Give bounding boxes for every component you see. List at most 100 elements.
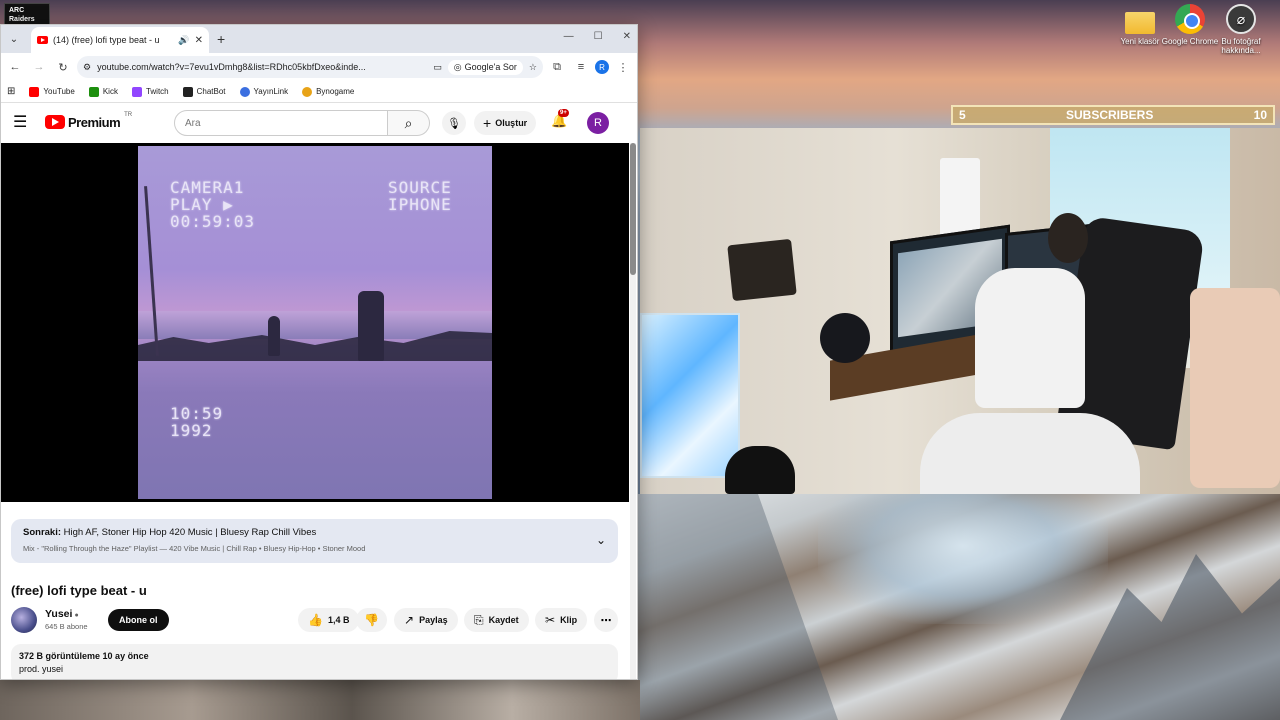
sub-goal-end: 10: [1253, 108, 1267, 122]
tab-search-button[interactable]: ⌄: [3, 28, 25, 50]
desktop-bottom-strip: [0, 680, 640, 720]
notifications-button[interactable]: 🔔 9+: [551, 109, 569, 129]
bookmark-kick[interactable]: Kick: [88, 86, 118, 97]
tab-youtube[interactable]: (14) (free) lofi type beat - u 🔊 ✕: [31, 27, 209, 53]
maximize-icon[interactable]: ☐: [594, 31, 603, 42]
mountain-fog: [818, 494, 1108, 624]
clip-button[interactable]: ✂ Klip: [535, 608, 588, 632]
page-scrollbar[interactable]: [630, 143, 636, 679]
apps-grid-icon[interactable]: ⊞: [7, 86, 15, 97]
google-sor-button[interactable]: ◎ Google'a Sor: [447, 59, 523, 75]
tab-strip: ⌄ (14) (free) lofi type beat - u 🔊 ✕ + —…: [1, 25, 637, 53]
osd-device: IPHONE: [388, 195, 452, 214]
wall-logo: [727, 238, 797, 302]
bookmark-label: YouTube: [43, 87, 75, 96]
cast-icon[interactable]: ▭: [433, 62, 442, 73]
channel-avatar[interactable]: [11, 607, 37, 633]
speaker-icon[interactable]: 🔊: [178, 35, 189, 46]
corner-logo-text: ARC Raiders: [9, 7, 35, 23]
account-avatar[interactable]: R: [587, 112, 609, 134]
media-control-icon[interactable]: ≡: [571, 57, 591, 77]
bookmark-star-icon[interactable]: ☆: [529, 62, 537, 73]
logo-region: TR: [124, 112, 133, 118]
close-window-icon[interactable]: ✕: [623, 31, 631, 42]
minimize-icon[interactable]: —: [564, 31, 574, 42]
create-button[interactable]: + Oluştur: [474, 111, 537, 135]
bookmark-twitch[interactable]: Twitch: [131, 86, 169, 97]
up-next-panel[interactable]: Sonraki: High AF, Stoner Hip Hop 420 Mus…: [11, 519, 618, 563]
osd-camera: CAMERA1: [170, 178, 245, 197]
search-input[interactable]: [174, 110, 388, 136]
bookmark-label: Twitch: [145, 87, 169, 96]
close-tab-icon[interactable]: ✕: [195, 35, 203, 46]
microphone-icon: 🎙: [447, 117, 461, 130]
channel-row: Yusei ● 645 B abone Abone ol 👍 1,4 B 👎 ↗ Pa…: [11, 607, 618, 633]
bynogame-icon: [302, 86, 313, 97]
up-next-line: Sonraki: High AF, Stoner Hip Hop 420 Mus…: [23, 527, 606, 538]
menu-dots-icon[interactable]: ⋮: [613, 57, 633, 77]
scrollbar-thumb[interactable]: [630, 143, 636, 275]
channel-name[interactable]: Yusei ●: [45, 608, 79, 620]
subscriber-goal-bar: 5 SUBSCRIBERS 10: [951, 105, 1275, 125]
yayinlink-icon: [239, 86, 250, 97]
bookmark-bynogame[interactable]: Bynogame: [302, 86, 355, 97]
channel-subscriber-count: 645 B abone: [45, 622, 88, 631]
desktop-icon-label: Bu fotoğraf hakkında...: [1221, 37, 1261, 55]
bookmark-label: ChatBot: [196, 87, 226, 96]
description-text: prod. yusei: [19, 664, 64, 674]
lens-icon: ◎: [453, 61, 462, 72]
plus-icon: +: [483, 115, 492, 131]
like-button[interactable]: 👍 1,4 B: [298, 608, 360, 632]
subscribe-button[interactable]: Abone ol: [108, 609, 169, 631]
video-title: (free) lofi type beat - u: [11, 583, 147, 598]
save-button[interactable]: ⎘ Kaydet: [464, 608, 529, 632]
bookmark-icon: ⎘: [474, 612, 484, 627]
extensions-icon[interactable]: ⧉: [547, 57, 567, 77]
search-button[interactable]: ⌕: [388, 110, 430, 136]
more-actions-button[interactable]: ⋯: [594, 608, 618, 632]
new-tab-button[interactable]: +: [217, 31, 225, 47]
desktop-icon-photo-info[interactable]: ⌀ Bu fotoğraf hakkında...: [1211, 4, 1271, 55]
osd-year: 1992: [170, 421, 213, 440]
description-box[interactable]: 372 B görüntüleme 10 ay önce prod. yusei: [11, 644, 618, 679]
headphones-stand: [820, 313, 870, 363]
video-figure: [358, 291, 384, 361]
bookmark-yayinlink[interactable]: YayınLink: [239, 86, 289, 97]
profile-avatar[interactable]: R: [595, 60, 609, 74]
corner-logo: ARC Raiders: [4, 3, 50, 25]
bookmark-label: Bynogame: [316, 87, 355, 96]
osd-source-block: SOURCE IPHONE: [388, 179, 452, 213]
more-dots-icon: ⋯: [600, 614, 612, 627]
bookmark-label: YayınLink: [253, 87, 289, 96]
video-frame: CAMERA1 PLAY ▶ 00:59:03 SOURCE IPHONE 10…: [138, 146, 492, 499]
forward-icon[interactable]: →: [29, 57, 49, 77]
bookmark-youtube[interactable]: YouTube: [29, 86, 75, 97]
dislike-button[interactable]: 👎: [356, 608, 387, 632]
search-icon: ⌕: [404, 114, 413, 131]
youtube-play-icon: [45, 115, 65, 129]
up-next-prefix: Sonraki:: [23, 527, 62, 538]
video-player[interactable]: CAMERA1 PLAY ▶ 00:59:03 SOURCE IPHONE 10…: [1, 143, 629, 502]
share-icon: ↗: [404, 613, 415, 627]
youtube-premium-logo[interactable]: Premium TR: [45, 112, 133, 130]
mountain-ridge: [638, 494, 838, 720]
tab-title: (14) (free) lofi type beat - u: [53, 35, 160, 45]
chevron-down-icon[interactable]: ⌄: [596, 533, 606, 547]
address-bar[interactable]: ⚙ youtube.com/watch?v=7evu1vDmhg8&list=R…: [77, 56, 543, 78]
logo-word: Premium: [68, 114, 121, 130]
browser-toolbar: ← → ↻ ⚙ youtube.com/watch?v=7evu1vDmhg8&…: [1, 53, 637, 81]
voice-search-button[interactable]: 🎙: [442, 111, 466, 135]
back-icon[interactable]: ←: [5, 57, 25, 77]
share-button[interactable]: ↗ Paylaş: [394, 608, 458, 632]
thumbs-up-icon: 👍: [308, 613, 323, 627]
speaker: [725, 446, 795, 494]
youtube-favicon-icon: [37, 36, 48, 44]
bookmark-chatbot[interactable]: ChatBot: [182, 86, 226, 97]
clip-label: Klip: [560, 615, 578, 625]
twitch-icon: [131, 86, 142, 97]
site-info-icon[interactable]: ⚙: [83, 62, 91, 73]
osd-time: 00:59:03: [170, 212, 256, 231]
hamburger-menu-icon[interactable]: ☰: [13, 112, 35, 132]
reload-icon[interactable]: ↻: [53, 57, 73, 77]
url-text[interactable]: youtube.com/watch?v=7evu1vDmhg8&list=RDh…: [97, 62, 427, 72]
